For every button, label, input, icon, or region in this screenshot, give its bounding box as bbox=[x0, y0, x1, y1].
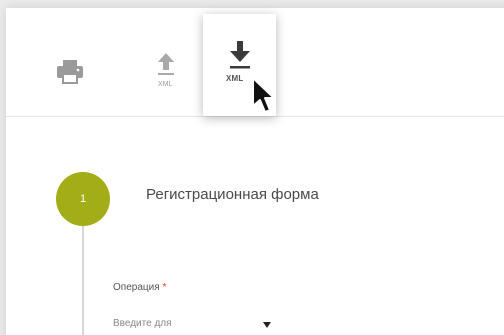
upload-xml-button[interactable]: XML bbox=[148, 48, 184, 96]
print-button[interactable] bbox=[50, 52, 90, 92]
required-mark: * bbox=[162, 282, 167, 293]
step-connector-line bbox=[82, 226, 84, 335]
download-xml-label: XML bbox=[226, 74, 244, 83]
chevron-down-icon[interactable] bbox=[263, 322, 271, 328]
operation-label-text: Операция bbox=[113, 282, 160, 293]
step-title: Регистрационная форма bbox=[146, 186, 319, 203]
upload-icon bbox=[158, 53, 174, 75]
operation-field-label: Операция * bbox=[113, 282, 167, 293]
mouse-cursor-icon bbox=[252, 77, 275, 113]
printer-icon bbox=[57, 60, 83, 84]
step-number-badge: 1 bbox=[56, 172, 110, 226]
screen: XML XML 1 Регистрационная форма Операция… bbox=[0, 0, 504, 335]
download-icon bbox=[230, 41, 250, 69]
upload-xml-label: XML bbox=[158, 81, 173, 88]
operation-select[interactable]: Введите для bbox=[113, 318, 283, 329]
